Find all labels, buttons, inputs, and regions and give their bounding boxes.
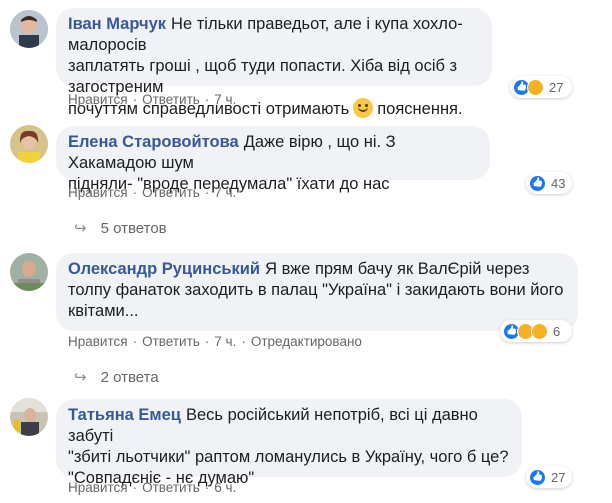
comment-author[interactable]: Елена Старовойтова [68, 133, 239, 151]
reaction-count: 6 [553, 323, 561, 339]
reply-button[interactable]: Ответить [142, 334, 200, 349]
reactions-summary[interactable]: 6 [500, 320, 572, 342]
wow-icon [531, 322, 548, 340]
reply-arrow-icon: ↪ [74, 369, 87, 386]
like-icon [529, 174, 546, 192]
comment-bubble: Іван Марчук Не тільки праведьот, але і ку… [56, 8, 492, 118]
like-button[interactable]: Нравится [68, 185, 128, 200]
reply-button[interactable]: Ответить [142, 185, 200, 200]
reply-arrow-icon: ↪ [74, 220, 87, 237]
comment-text: "збиті льотчики" раптом ломанулись в Укр… [68, 448, 509, 466]
comment-bubble: Елена Старовойтова Даже вірю , що ні. З Х… [56, 126, 490, 193]
comment-bubble: Олександр Руцинський Я вже прям бачу як В… [56, 253, 578, 331]
smile-icon [353, 98, 374, 118]
timestamp[interactable]: 7 ч. [214, 334, 236, 349]
timestamp[interactable]: 7 ч. [214, 92, 236, 107]
view-replies-link[interactable]: ↪ 2 ответа [74, 368, 159, 387]
reactions-summary[interactable]: 27 [526, 466, 572, 488]
reply-button[interactable]: Ответить [142, 480, 200, 495]
comment-author[interactable]: Іван Марчук [68, 15, 166, 33]
replies-count: 2 ответа [100, 368, 159, 386]
comment-actions: Нравится · Ответить · 7 ч. [68, 92, 237, 107]
comment-actions: Нравится · Ответить · 7 ч. [68, 185, 237, 200]
comment-text: толпу фанаток заходить в палац "Україна"… [68, 281, 564, 299]
reactions-summary[interactable]: 27 [510, 76, 572, 98]
timestamp[interactable]: 7 ч. [214, 185, 236, 200]
reply-button[interactable]: Ответить [142, 92, 200, 107]
like-button[interactable]: Нравится [68, 334, 128, 349]
replies-count: 5 ответов [100, 219, 167, 237]
comment-actions: Нравится · Ответить · 7 ч. · Отредактировано [68, 334, 362, 349]
edited-label[interactable]: Отредактировано [251, 334, 362, 349]
like-icon [529, 468, 546, 486]
comment-text: Я вже прям бачу як ВалЄрій через [265, 260, 530, 278]
view-replies-link[interactable]: ↪ 5 ответов [74, 219, 167, 238]
reactions-summary[interactable]: 43 [526, 172, 572, 194]
avatar[interactable] [10, 125, 48, 163]
comment-author[interactable]: Олександр Руцинський [68, 260, 260, 278]
avatar[interactable] [10, 10, 48, 48]
like-button[interactable]: Нравится [68, 92, 128, 107]
sad-icon [527, 78, 544, 96]
comment-actions: Нравится · Ответить · 6 ч. [68, 480, 237, 495]
reaction-count: 27 [551, 469, 566, 485]
reaction-count: 43 [551, 175, 566, 191]
comment-text: заплатять гроші , щоб туди попасти. Хіба… [68, 57, 458, 96]
comment-text: квітами... [68, 302, 139, 320]
comment-author[interactable]: Татьяна Емец [68, 406, 181, 424]
like-button[interactable]: Нравится [68, 480, 128, 495]
timestamp[interactable]: 6 ч. [214, 480, 236, 495]
comment-text: пояснення. [377, 100, 463, 118]
reaction-count: 27 [549, 79, 564, 95]
avatar[interactable] [10, 253, 48, 291]
avatar[interactable] [10, 398, 48, 436]
comment-bubble: Татьяна Емец Весь російський непотріб, вс… [56, 399, 522, 487]
